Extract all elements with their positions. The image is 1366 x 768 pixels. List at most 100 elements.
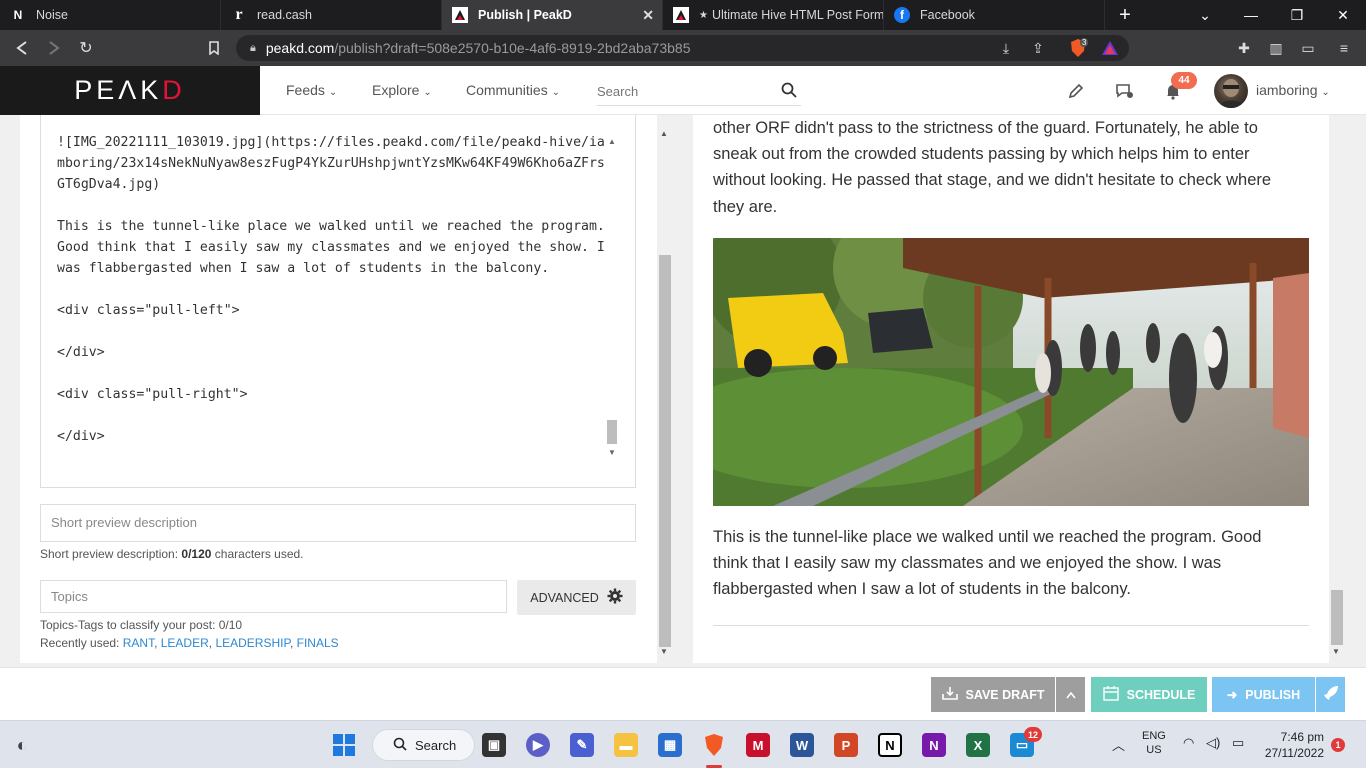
arrow-right-icon: ➜ — [1226, 688, 1238, 702]
tab-readcash[interactable]: r read.cash — [221, 0, 442, 30]
powerpoint-icon[interactable]: P — [834, 733, 858, 757]
tab-label: Ultimate Hive HTML Post Forma — [711, 8, 884, 22]
restore-button[interactable]: ❐ — [1274, 0, 1320, 30]
peakd-logo[interactable]: PEΛKD — [0, 66, 260, 115]
brave-rewards-icon[interactable] — [1100, 38, 1120, 58]
clock[interactable]: 7:46 pm 27/11/2022 — [1262, 729, 1324, 761]
site-header: PEΛKD Feeds ⌄ Explore ⌄ Communities ⌄ 44… — [0, 66, 1366, 115]
star-icon: ★ — [699, 9, 708, 21]
gear-icon — [607, 588, 623, 607]
close-window-button[interactable]: ✕ — [1320, 0, 1366, 30]
chevron-down-icon: ⌄ — [1321, 87, 1330, 98]
taskbar-search[interactable]: Search — [372, 729, 475, 761]
editor-scrollbar[interactable]: ▲ ▼ — [605, 137, 619, 462]
chevron-up-icon[interactable]: ︿ — [1112, 735, 1125, 754]
scroll-down-icon[interactable]: ▼ — [1332, 647, 1340, 656]
username-menu[interactable]: iamboring ⌄ — [1256, 82, 1330, 98]
volume-icon[interactable]: ◁) — [1206, 735, 1220, 751]
editor-content[interactable]: ![IMG_20221111_103019.jpg](https://files… — [57, 132, 609, 447]
word-icon[interactable]: W — [790, 733, 814, 757]
app-badge: 12 — [1024, 727, 1042, 742]
tab-search-icon[interactable]: ⌄ — [1182, 0, 1228, 30]
advanced-button[interactable]: ADVANCED — [517, 580, 636, 615]
task-view-icon[interactable]: ▣ — [482, 733, 506, 757]
scroll-thumb[interactable] — [659, 255, 671, 647]
preview-scrollbar[interactable]: ▼ — [1329, 127, 1345, 660]
tab-noise[interactable]: N Noise — [0, 0, 221, 30]
tab-label: Publish | PeakD — [478, 8, 572, 22]
close-icon[interactable]: ✕ — [642, 7, 654, 24]
minimize-button[interactable]: — — [1228, 0, 1274, 30]
extensions-icon[interactable]: ✚ — [1234, 38, 1254, 58]
tab-ultimate-hive[interactable]: ★ Ultimate Hive HTML Post Forma — [663, 0, 884, 30]
chat-icon[interactable]: ▶ — [526, 733, 550, 757]
menu-communities[interactable]: Communities ⌄ — [466, 82, 560, 98]
noise-icon: N — [13, 8, 23, 22]
search-icon[interactable] — [781, 82, 797, 103]
preview-divider — [713, 625, 1309, 626]
markdown-editor[interactable]: ![IMG_20221111_103019.jpg](https://files… — [40, 115, 636, 488]
publish-rocket-button[interactable] — [1316, 677, 1345, 712]
url-path: /publish?draft=508e2570-b10e-4af6-8919-2… — [334, 40, 691, 56]
notification-center-badge[interactable]: 1 — [1331, 738, 1345, 752]
topics-input[interactable]: Topics — [40, 580, 507, 613]
publish-button[interactable]: ➜ PUBLISH — [1212, 677, 1315, 712]
tab-facebook[interactable]: f Facebook — [884, 0, 1105, 30]
save-options-button[interactable] — [1056, 677, 1085, 712]
advanced-label: ADVANCED — [530, 590, 599, 605]
avatar[interactable] — [1214, 74, 1248, 108]
back-icon[interactable] — [12, 38, 32, 58]
language-indicator[interactable]: ENG US — [1142, 729, 1166, 757]
chevron-down-icon: ⌄ — [423, 87, 432, 98]
brave-shield-icon[interactable]: 3 — [1068, 38, 1089, 58]
windows-start-icon[interactable] — [332, 733, 356, 757]
pencil-icon[interactable] — [1065, 80, 1087, 102]
store-icon[interactable]: ▦ — [658, 733, 682, 757]
schedule-button[interactable]: SCHEDULE — [1091, 677, 1207, 712]
mcafee-icon[interactable]: M — [746, 733, 770, 757]
new-tab-button[interactable]: + — [1105, 0, 1145, 30]
editor-panel: ![IMG_20221111_103019.jpg](https://files… — [20, 115, 657, 663]
menu-explore[interactable]: Explore ⌄ — [372, 82, 432, 98]
notion-icon[interactable]: N — [878, 733, 902, 757]
scroll-down-icon[interactable]: ▼ — [605, 448, 619, 462]
menu-feeds[interactable]: Feeds ⌄ — [286, 82, 337, 98]
file-explorer-icon[interactable]: ▬ — [614, 733, 638, 757]
install-icon[interactable]: ⤓ — [996, 38, 1016, 58]
pen-app-icon[interactable]: ✎ — [570, 733, 594, 757]
bookmark-icon[interactable] — [204, 38, 224, 58]
battery-icon[interactable]: ▭ — [1232, 735, 1244, 751]
chat-icon[interactable] — [1114, 80, 1136, 102]
recent-tag-leadership[interactable]: LEADERSHIP — [215, 636, 289, 650]
scroll-up-icon[interactable]: ▲ — [660, 129, 668, 138]
wallet-icon[interactable]: ▭ — [1298, 38, 1318, 58]
save-draft-button[interactable]: SAVE DRAFT — [931, 677, 1055, 712]
brave-icon[interactable] — [702, 733, 726, 757]
recent-tag-finals[interactable]: FINALS — [297, 636, 339, 650]
excel-icon[interactable]: X — [966, 733, 990, 757]
share-icon[interactable]: ⇪ — [1028, 38, 1048, 58]
scroll-down-icon[interactable]: ▼ — [660, 647, 668, 656]
editor-scroll-thumb[interactable] — [607, 420, 617, 444]
readcash-icon: r — [235, 6, 243, 23]
editor-page-scrollbar[interactable]: ▲ ▼ — [657, 127, 673, 660]
logo-text: PEΛKD — [74, 75, 186, 105]
site-search — [597, 80, 801, 106]
weather-icon[interactable]: ◐ — [10, 733, 34, 757]
menu-icon[interactable]: ≡ — [1334, 38, 1354, 58]
recent-tag-rant[interactable]: RANT — [123, 636, 154, 650]
tab-publish-peakd[interactable]: Publish | PeakD ✕ — [442, 0, 663, 30]
short-description-input[interactable]: Short preview description — [40, 504, 636, 542]
scroll-thumb[interactable] — [1331, 590, 1343, 645]
scroll-up-icon[interactable]: ▲ — [605, 137, 619, 151]
preview-paragraph-2: This is the tunnel-like place we walked … — [713, 528, 1262, 599]
facebook-icon: f — [894, 7, 910, 23]
onenote-icon[interactable]: N — [922, 733, 946, 757]
forward-icon[interactable] — [44, 38, 64, 58]
recent-tag-leader[interactable]: LEADER — [161, 636, 209, 650]
sidebar-icon[interactable]: ▥ — [1266, 38, 1286, 58]
reload-icon[interactable]: ↻ — [76, 38, 96, 58]
wifi-icon[interactable]: ◠ — [1183, 735, 1194, 751]
peakd-icon — [452, 7, 468, 23]
search-input[interactable] — [597, 80, 777, 99]
